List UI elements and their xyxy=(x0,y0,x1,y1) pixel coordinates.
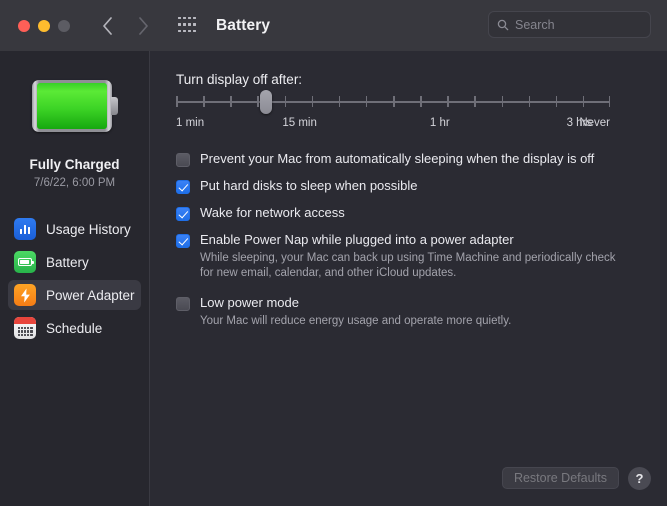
zoom-button[interactable] xyxy=(58,19,70,32)
battery-status-illustration xyxy=(0,51,149,161)
battery-icon xyxy=(14,251,36,273)
slider-tick xyxy=(608,96,610,107)
slider-tick xyxy=(257,96,259,107)
slider-tick xyxy=(365,96,368,107)
checkbox[interactable] xyxy=(176,153,190,167)
sidebar-item-label: Usage History xyxy=(46,221,131,237)
main-content: Turn display off after: 1 min 15 min 1 hr 3… xyxy=(151,51,667,506)
checkbox-label: Low power mode xyxy=(200,295,299,310)
checkbox-row[interactable]: Enable Power Nap while plugged into a po… xyxy=(176,232,646,248)
slider-thumb[interactable] xyxy=(260,90,273,114)
help-button[interactable]: ? xyxy=(628,467,651,490)
checkbox[interactable] xyxy=(176,207,190,221)
checkbox-row[interactable]: Prevent your Mac from automatically slee… xyxy=(176,151,646,167)
slider-tick xyxy=(338,96,341,107)
page-title: Battery xyxy=(216,16,271,34)
slider-tick-labels: 1 min 15 min 1 hr 3 hrs Never xyxy=(176,117,610,133)
checkbox[interactable] xyxy=(176,180,190,194)
slider-tick xyxy=(474,96,476,107)
battery-status-timestamp: 7/6/22, 6:00 PM xyxy=(33,177,116,189)
usage-history-icon xyxy=(14,218,36,240)
restore-defaults-button[interactable]: Restore Defaults xyxy=(502,467,619,489)
chevron-right-icon[interactable] xyxy=(132,15,154,37)
sidebar: Fully Charged 7/6/22, 6:00 PM Usage Hist… xyxy=(0,51,150,506)
slider-tick xyxy=(447,96,449,107)
checkbox-row[interactable]: Wake for network access xyxy=(176,205,646,221)
sidebar-nav-list: Usage History Battery Power Adapter Sche… xyxy=(0,214,149,343)
slider-track[interactable] xyxy=(176,90,610,114)
checkbox-label: Put hard disks to sleep when possible xyxy=(200,178,418,193)
slider-tick-label: Never xyxy=(579,117,610,129)
checkbox-row[interactable]: Put hard disks to sleep when possible xyxy=(176,178,646,194)
checkbox-help-text: Your Mac will reduce energy usage and op… xyxy=(200,315,512,327)
sidebar-item-battery[interactable]: Battery xyxy=(8,247,141,277)
slider-tick xyxy=(284,96,286,107)
sidebar-item-schedule[interactable]: Schedule xyxy=(8,313,141,343)
sidebar-item-label: Power Adapter xyxy=(46,287,135,303)
sidebar-item-label: Battery xyxy=(46,254,89,270)
slider-tick xyxy=(528,96,531,107)
options-list: Prevent your Mac from automatically slee… xyxy=(176,151,646,329)
close-button[interactable] xyxy=(18,19,30,32)
display-sleep-slider[interactable]: 1 min 15 min 1 hr 3 hrs Never xyxy=(176,90,610,133)
window-toolbar: Battery xyxy=(0,0,667,51)
slider-tick xyxy=(311,96,314,107)
search-icon xyxy=(497,19,509,30)
slider-tick-label: 15 min xyxy=(282,117,317,129)
slider-tick xyxy=(582,96,585,107)
chevron-left-icon[interactable] xyxy=(96,15,118,37)
slider-tick xyxy=(203,96,205,107)
slider-tick xyxy=(501,96,503,107)
slider-tick xyxy=(393,96,395,107)
traffic-light-buttons xyxy=(18,19,70,32)
checkbox-label: Enable Power Nap while plugged into a po… xyxy=(200,232,514,247)
slider-tick-label: 1 min xyxy=(176,117,205,129)
search-field[interactable] xyxy=(488,11,667,38)
power-adapter-bolt-icon xyxy=(14,284,36,306)
display-sleep-label: Turn display off after: xyxy=(176,72,303,87)
checkbox-row[interactable]: Low power mode xyxy=(176,295,646,311)
sidebar-item-usage-history[interactable]: Usage History xyxy=(8,214,141,244)
slider-tick xyxy=(420,96,422,107)
checkbox[interactable] xyxy=(176,297,190,311)
slider-tick xyxy=(555,96,558,107)
checkbox-label: Prevent your Mac from automatically slee… xyxy=(200,151,595,166)
schedule-calendar-icon xyxy=(14,317,36,339)
sidebar-item-power-adapter[interactable]: Power Adapter xyxy=(8,280,141,310)
navigation-arrows xyxy=(96,15,154,37)
slider-tick-label: 1 hr xyxy=(429,117,450,129)
show-all-grid-icon[interactable] xyxy=(178,16,196,35)
slider-tick xyxy=(176,96,178,107)
battery-full-icon xyxy=(31,80,118,132)
checkbox-label: Wake for network access xyxy=(200,205,345,220)
checkbox[interactable] xyxy=(176,234,190,248)
battery-preferences-window: Battery Fully Charged 7/6/22, 6:00 PM xyxy=(0,0,667,506)
checkbox-help-text: While sleeping, your Mac can back up usi… xyxy=(200,252,616,279)
slider-tick xyxy=(230,96,232,107)
sidebar-item-label: Schedule xyxy=(46,320,103,336)
search-input[interactable] xyxy=(515,17,667,32)
minimize-button[interactable] xyxy=(38,19,50,32)
